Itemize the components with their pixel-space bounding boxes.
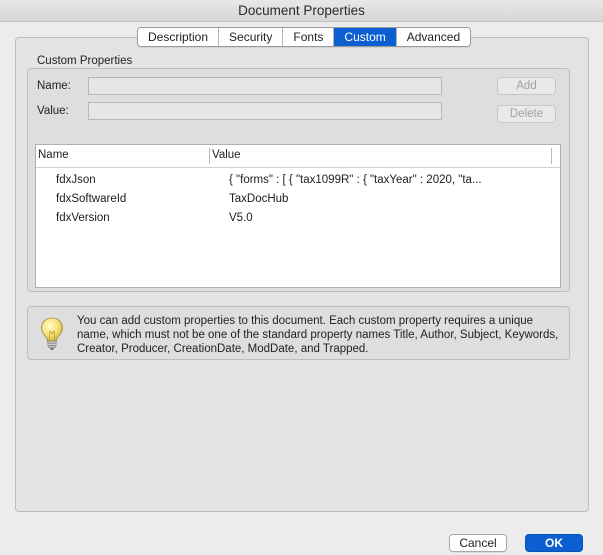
cancel-button[interactable]: Cancel [449, 534, 507, 552]
column-divider[interactable] [209, 148, 210, 164]
ok-button[interactable]: OK [525, 534, 583, 552]
add-button[interactable]: Add [497, 77, 556, 95]
properties-table: Name Value fdxJson { "forms" : [ { "tax1… [35, 144, 561, 288]
property-name: fdxVersion [56, 212, 110, 224]
value-label: Value: [37, 105, 69, 117]
column-header-value[interactable]: Value [212, 149, 241, 161]
property-name: fdxJson [56, 174, 96, 186]
tab-advanced[interactable]: Advanced [396, 28, 471, 46]
table-header: Name Value [36, 145, 560, 168]
table-row[interactable]: fdxJson { "forms" : [ { "tax1099R" : { "… [36, 172, 560, 191]
tab-custom[interactable]: Custom [334, 28, 397, 46]
table-row[interactable]: fdxSoftwareId TaxDocHub [36, 191, 560, 210]
tab-fonts[interactable]: Fonts [283, 28, 335, 46]
column-header-name[interactable]: Name [38, 149, 69, 161]
tab-bar: Description Security Fonts Custom Advanc… [137, 27, 472, 47]
value-input[interactable] [88, 102, 442, 120]
group-title: Custom Properties [37, 55, 133, 67]
property-value: TaxDocHub [229, 193, 289, 205]
name-label: Name: [37, 80, 71, 92]
tab-security[interactable]: Security [219, 28, 284, 46]
property-name: fdxSoftwareId [56, 193, 127, 205]
column-divider[interactable] [551, 148, 552, 164]
info-text: You can add custom properties to this do… [77, 315, 559, 355]
property-value: V5.0 [229, 212, 253, 224]
name-input[interactable] [88, 77, 442, 95]
lightbulb-icon [41, 317, 63, 350]
window-title: Document Properties [0, 0, 603, 22]
delete-button[interactable]: Delete [497, 105, 556, 123]
tab-description[interactable]: Description [138, 28, 220, 46]
property-value: { "forms" : [ { "tax1099R" : { "taxYear"… [229, 174, 482, 186]
table-row[interactable]: fdxVersion V5.0 [36, 210, 560, 229]
info-box: You can add custom properties to this do… [27, 306, 570, 360]
